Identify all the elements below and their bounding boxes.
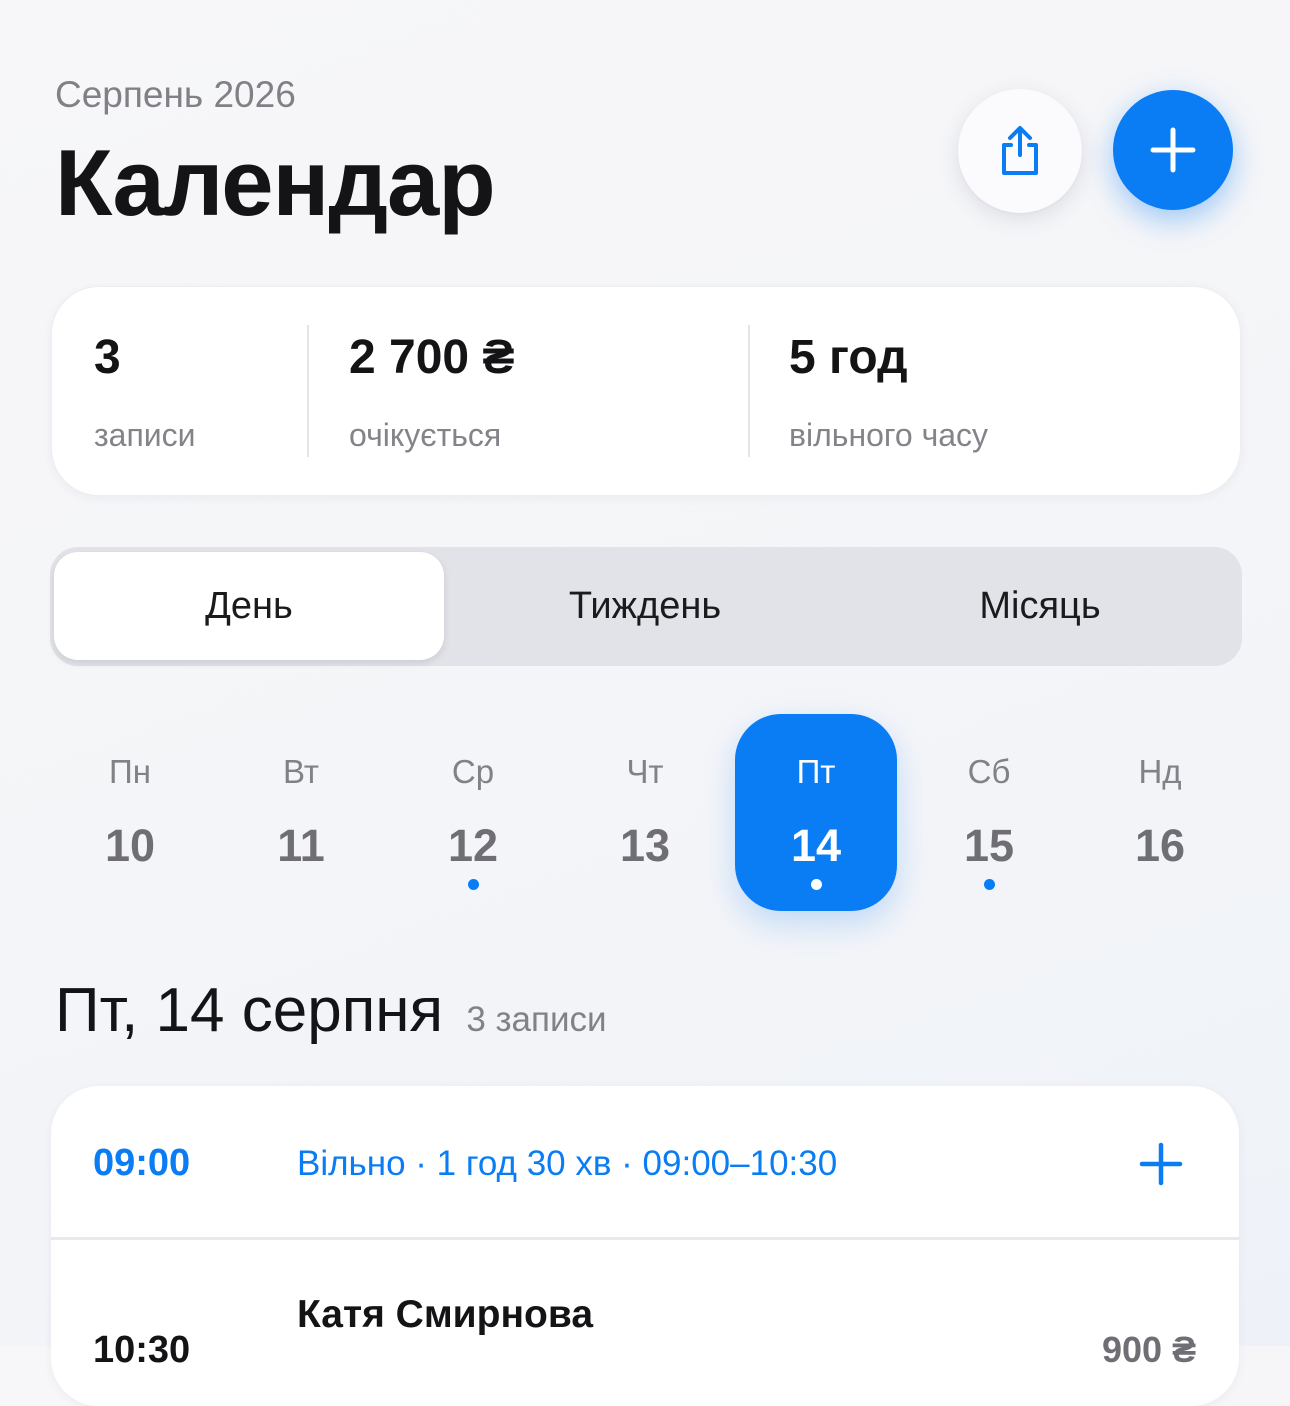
day-number: 13	[619, 820, 671, 871]
bookings-label: записи	[94, 417, 196, 453]
plus-icon[interactable]	[1137, 1140, 1185, 1188]
tab-week[interactable]: Тиждень	[448, 547, 842, 666]
free-slot[interactable]: 09:00 Вільно · 1 год 30 хв · 09:00–10:30	[51, 1086, 1239, 1240]
free-time: 5 год	[789, 331, 908, 384]
day-wed[interactable]: Ср 12	[393, 714, 553, 911]
day-number: 11	[277, 820, 325, 871]
day-name: Сб	[967, 753, 1011, 790]
day-number: 10	[104, 820, 156, 871]
booking-time: 10:30	[93, 1329, 191, 1371]
tab-month[interactable]: Місяць	[842, 547, 1238, 666]
bookings-count: 3	[94, 331, 121, 384]
expected-revenue: 2 700 ₴	[349, 331, 515, 384]
event-dot	[811, 879, 822, 890]
day-number: 14	[790, 820, 842, 871]
day-name: Пн	[109, 753, 151, 790]
expected-label: очікується	[349, 417, 502, 453]
share-icon	[1002, 126, 1038, 175]
booking-price: 900 ₴	[1102, 1329, 1197, 1370]
client-name: Катя Смирнова	[297, 1293, 594, 1336]
day-number: 15	[963, 820, 1015, 871]
bookings-count-badge: 3 записи	[466, 1000, 607, 1039]
summary-card: 3 записи 2 700 ₴ очікується 5 год вільно…	[51, 286, 1241, 496]
stat-divider	[748, 325, 750, 457]
day-name: Чт	[626, 753, 664, 790]
schedule-list: 09:00 Вільно · 1 год 30 хв · 09:00–10:30…	[51, 1086, 1239, 1406]
day-name: Ср	[451, 753, 495, 790]
event-dot	[984, 879, 995, 890]
share-button[interactable]	[958, 89, 1082, 213]
free-time-label: вільного часу	[789, 417, 989, 453]
day-sun[interactable]: Нд 16	[1080, 714, 1240, 911]
day-name: Пт	[796, 753, 836, 790]
free-slot-info: Вільно · 1 год 30 хв · 09:00–10:30	[297, 1144, 838, 1183]
day-thu[interactable]: Чт 13	[565, 714, 725, 911]
day-name: Вт	[282, 753, 320, 790]
day-sat[interactable]: Сб 15	[909, 714, 1069, 911]
plus-icon	[1150, 127, 1196, 173]
view-switcher: День Тиждень Місяць	[50, 547, 1242, 666]
page-title: Календар	[55, 130, 496, 235]
selected-date: Пт, 14 серпня	[55, 976, 444, 1045]
stat-divider	[307, 325, 309, 457]
day-number: 12	[447, 820, 499, 871]
day-mon[interactable]: Пн 10	[50, 714, 210, 911]
slot-time: 09:00	[93, 1142, 191, 1184]
tab-day[interactable]: День	[54, 547, 444, 666]
day-number: 16	[1134, 820, 1186, 871]
day-tue[interactable]: Вт 11	[221, 714, 381, 911]
month-subtitle: Серпень 2026	[55, 74, 296, 115]
booking-item[interactable]: 10:30 Катя Смирнова 900 ₴	[51, 1240, 1239, 1406]
day-fri[interactable]: Пт 14	[736, 714, 896, 911]
add-button[interactable]	[1113, 90, 1233, 210]
day-name: Нд	[1138, 753, 1182, 790]
selected-date-heading: Пт, 14 серпня 3 записи	[55, 975, 607, 1056]
event-dot	[468, 879, 479, 890]
